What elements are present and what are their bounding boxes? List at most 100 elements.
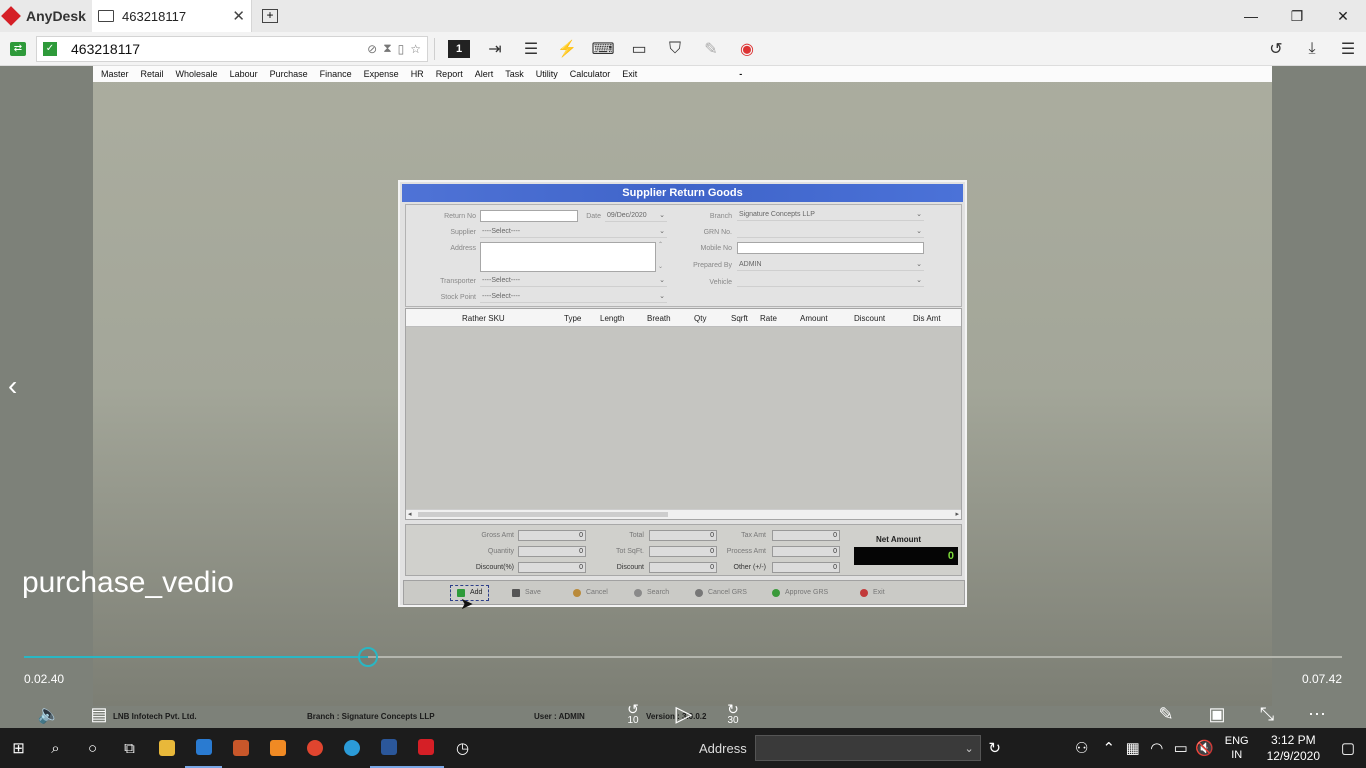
favorite-star-icon[interactable]: ☆ [410,42,421,56]
cancel-button[interactable]: Cancel [573,585,608,601]
vehicle-select[interactable]: ⌄ [737,275,924,287]
address-refresh-icon[interactable]: ↻ [981,728,1009,768]
taskbar-clock[interactable]: 3:12 PM 12/9/2020 [1267,732,1320,764]
branch-select[interactable]: Signature Concepts LLP ⌄ [737,209,924,221]
menu-exit[interactable]: Exit [622,69,637,79]
menu-expense[interactable]: Expense [364,69,399,79]
tray-app-icon[interactable]: ▦ [1121,728,1145,768]
taskbar-address-input[interactable]: ⌄ [754,735,981,761]
start-button[interactable]: ⊞ [0,728,37,768]
menu-purchase[interactable]: Purchase [270,69,308,79]
search-button[interactable]: Search [634,585,669,601]
menu-finance[interactable]: Finance [320,69,352,79]
menu-master[interactable]: Master [101,69,129,79]
word-icon[interactable] [370,728,407,768]
search-icon[interactable]: ⌕ [37,728,74,768]
connection-status-icon[interactable]: ⇄ [0,34,36,64]
new-tab-button[interactable]: + [252,0,288,32]
col-sqrft[interactable]: Sqrft [731,314,748,323]
keyboard-icon[interactable]: ⌨ [585,34,621,64]
address-scroll-down-icon[interactable]: ⌄ [658,263,663,270]
task-view-icon[interactable]: ⧉ [111,728,148,768]
trash-icon[interactable]: ▯ [398,42,405,56]
edge-icon[interactable] [333,728,370,768]
scroll-left-icon[interactable]: ◂ [408,510,412,518]
clock-app-icon[interactable]: ◷ [444,728,481,768]
privacy-icon[interactable]: ⊘ [367,42,377,56]
grid-hscrollbar[interactable]: ◂ ▸ [406,509,961,519]
minimize-button[interactable]: — [1228,0,1274,32]
menu-hr[interactable]: HR [411,69,424,79]
col-qty[interactable]: Qty [694,314,706,323]
rewind-button[interactable]: ↺ 10 [620,700,646,728]
monitor-select-button[interactable]: 1 [441,34,477,64]
tax-amt-field[interactable]: 0 [772,530,840,541]
cancel-grs-button[interactable]: Cancel GRS [695,585,747,601]
language-indicator[interactable]: ENG IN [1225,734,1249,762]
permissions-shield-icon[interactable]: ⛉ [657,34,693,64]
edit-pen-icon[interactable]: ✎ [1152,700,1180,728]
timeline-knob[interactable] [357,647,378,667]
download-icon[interactable]: ⤓ [1294,34,1330,64]
date-picker[interactable]: 09/Dec/2020 ⌄ [605,210,667,222]
sublime-text-icon[interactable] [259,728,296,768]
notifications-icon[interactable]: ▢ [1330,728,1366,768]
address-scroll-up-icon[interactable]: ⌃ [658,241,663,248]
volume-icon[interactable]: 🔈 [34,700,64,728]
hamburger-menu-icon[interactable]: ☰ [1330,34,1366,64]
record-session-icon[interactable]: ◉ [729,34,765,64]
menu-alert[interactable]: Alert [475,69,494,79]
stock-point-select[interactable]: ----Select---- ⌄ [480,291,667,303]
return-no-input[interactable] [480,210,578,222]
anydesk-taskbar-icon[interactable] [407,728,444,768]
menu-dash[interactable]: - [739,69,742,79]
address-dropdown-icon[interactable]: ⌄ [964,742,973,755]
people-icon[interactable]: ⚇ [1067,728,1097,768]
hourglass-icon[interactable]: ⧗ [383,41,391,56]
video-timeline[interactable] [24,647,1342,667]
whiteboard-pen-icon[interactable]: ✎ [693,34,729,64]
restore-button[interactable]: ❐ [1274,0,1320,32]
grid-scroll-thumb[interactable] [418,512,668,517]
volume-muted-icon[interactable]: 🔇 [1193,728,1217,768]
file-transfer-icon[interactable]: ⇥ [477,34,513,64]
mini-view-icon[interactable]: ▣ [1204,700,1230,728]
col-breath[interactable]: Breath [647,314,671,323]
close-window-button[interactable]: ✕ [1320,0,1366,32]
exit-fullscreen-icon[interactable]: ⤡ [1254,700,1280,728]
session-tab[interactable]: 463218117 ✕ [92,0,252,32]
tray-chevron-icon[interactable]: ⌃ [1097,728,1121,768]
col-length[interactable]: Length [600,314,624,323]
menu-calculator[interactable]: Calculator [570,69,611,79]
exit-button[interactable]: Exit [860,585,885,601]
supplier-select[interactable]: ----Select---- ⌄ [480,226,667,238]
vscode-icon[interactable] [185,728,222,768]
transporter-select[interactable]: ----Select---- ⌄ [480,275,667,287]
anydesk-logo[interactable]: AnyDesk [0,0,92,32]
previous-arrow-icon[interactable]: ‹ [8,370,17,402]
prepared-by-select[interactable]: ADMIN ⌄ [737,259,924,271]
more-options-icon[interactable]: ⋯ [1302,700,1332,728]
grn-no-select[interactable]: ⌄ [737,226,924,238]
file-explorer-icon[interactable] [148,728,185,768]
wifi-icon[interactable]: ◠ [1145,728,1169,768]
subtitles-icon[interactable]: ▤ [86,700,112,728]
col-rate[interactable]: Rate [760,314,777,323]
history-icon[interactable]: ↺ [1258,34,1294,64]
col-rather-sku[interactable]: Rather SKU [462,314,505,323]
mobile-no-input[interactable] [737,242,924,254]
menu-retail[interactable]: Retail [141,69,164,79]
play-button[interactable]: ▷ [670,700,698,728]
scroll-right-icon[interactable]: ▸ [955,510,959,518]
save-button[interactable]: Save [512,585,541,601]
close-tab-icon[interactable]: ✕ [232,7,245,25]
cortana-icon[interactable]: ○ [74,728,111,768]
col-amount[interactable]: Amount [800,314,828,323]
actions-lightning-icon[interactable]: ⚡ [549,34,585,64]
app-orange-icon[interactable] [222,728,259,768]
menu-wholesale[interactable]: Wholesale [176,69,218,79]
menu-task[interactable]: Task [505,69,524,79]
chat-icon[interactable]: ☰ [513,34,549,64]
approve-grs-button[interactable]: Approve GRS [772,585,828,601]
other-field[interactable]: 0 [772,562,840,573]
